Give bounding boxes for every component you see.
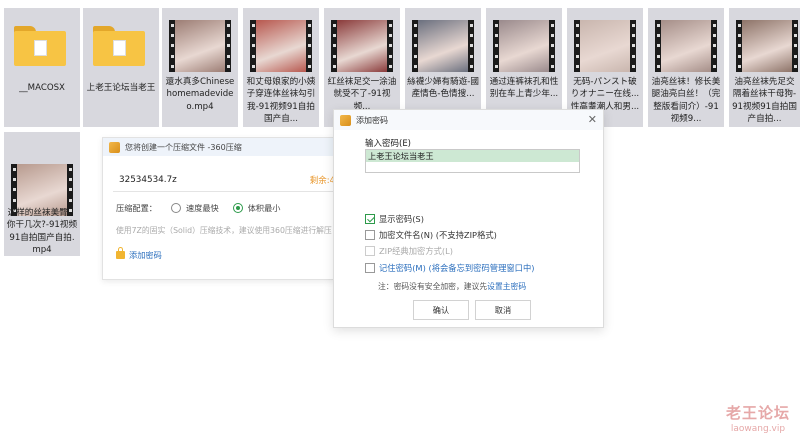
archive-filename-field[interactable]: 32534534.7z [113, 168, 337, 192]
show-password-option[interactable]: 显示密码(S) [365, 213, 424, 225]
note-text: 注：密码没有安全加密，建议先 [378, 282, 488, 291]
file-name: 和丈母娘家的小姨子穿连体丝袜勾引我-91视频91自拍国产自... [246, 77, 316, 125]
video-thumbnail-icon [655, 20, 717, 72]
encrypt-filenames-label[interactable]: 加密文件名(N) (不支持ZIP格式) [379, 229, 497, 241]
watermark-url: laowang.vip [730, 424, 786, 434]
create-archive-dialog: 您将创建一个压缩文件 -360压缩 32534534.7z 剩余:4 压缩配置：… [102, 137, 337, 280]
dialog-titlebar[interactable]: 添加密码 [334, 110, 603, 130]
folder-icon [93, 26, 145, 66]
archive-app-icon [109, 141, 120, 153]
video-thumbnail-icon [574, 20, 636, 72]
site-watermark: 老王论坛 laowang.vip [726, 402, 790, 434]
desktop: __MACOSX 上老王论坛当老王 還水真多Chinesehomemadevid… [0, 0, 800, 439]
file-name: 上老王论坛当老王 [86, 83, 156, 93]
file-name: 油亮丝袜！修长美腿油亮白丝！（完整版看间介）-91视频9... [651, 77, 721, 125]
video-thumbnail-icon [169, 20, 231, 72]
encrypt-filenames-option[interactable]: 加密文件名(N) (不支持ZIP格式) [365, 229, 497, 241]
video-thumbnail-icon [250, 20, 312, 72]
add-password-link[interactable]: 添加密码 [116, 247, 162, 261]
file-item-video[interactable]: 这样的丝袜美臀，你干几次?-91视频91自拍国产自拍.mp4 [4, 132, 80, 256]
remember-password-checkbox[interactable] [365, 263, 375, 273]
archive-app-icon [340, 114, 351, 126]
video-thumbnail-icon [412, 20, 474, 72]
video-thumbnail-icon [331, 20, 393, 72]
dialog-title: 添加密码 [356, 115, 388, 125]
password-input[interactable]: 上老王论坛当老王 [365, 149, 580, 173]
compression-config: 压缩配置： 速度最快 体积最小 [116, 202, 280, 214]
security-note: 注：密码没有安全加密，建议先设置主密码 [378, 281, 526, 292]
file-name: 油亮丝袜先足交隔着丝袜干母狗-91视频91自拍国产自拍... [732, 77, 797, 125]
config-label: 压缩配置： [116, 203, 157, 213]
radio-fastest-label[interactable]: 速度最快 [186, 202, 219, 214]
zip-classic-option: ZIP经典加密方式(L) [365, 245, 453, 257]
compression-hint: 使用7Z的固实（Solid）压缩技术，建议使用360压缩进行解压 [116, 226, 332, 235]
file-name: 红丝袜足交一涂油就受不了-91视频... [327, 77, 397, 112]
file-item-video[interactable]: 油亮丝袜！修长美腿油亮白丝！（完整版看间介）-91视频9... [648, 8, 724, 127]
file-name: __MACOSX [19, 83, 65, 93]
show-password-label[interactable]: 显示密码(S) [379, 213, 424, 225]
close-icon[interactable]: ✕ [588, 113, 597, 126]
watermark-title: 老王论坛 [725, 404, 790, 422]
zip-classic-checkbox [365, 246, 375, 256]
encrypt-filenames-checkbox[interactable] [365, 230, 375, 240]
video-thumbnail-icon [736, 20, 798, 72]
file-name: 絲襪少婦有騎遊-國產情色-色情搜... [407, 77, 479, 100]
remember-password-option[interactable]: 记住密码(M) (将会备忘到密码管理窗口中) [365, 262, 535, 274]
video-thumbnail-icon [493, 20, 555, 72]
password-label: 输入密码(E) [365, 139, 412, 149]
password-value[interactable]: 上老王论坛当老王 [366, 150, 579, 162]
lock-icon [116, 247, 125, 259]
radio-smallest[interactable] [232, 203, 243, 213]
ok-button[interactable]: 确认 [413, 300, 469, 320]
file-item-folder[interactable]: __MACOSX [4, 8, 80, 127]
folder-icon [14, 26, 66, 66]
zip-classic-label: ZIP经典加密方式(L) [379, 246, 454, 256]
file-name: 这样的丝袜美臀，你干几次?-91视频91自拍国产自拍.mp4 [6, 208, 78, 256]
radio-smallest-label[interactable]: 体积最小 [248, 202, 281, 214]
remaining-space-label: 剩余:4 [309, 176, 335, 186]
cancel-button[interactable]: 取消 [475, 300, 531, 320]
file-item-video[interactable]: 和丈母娘家的小姨子穿连体丝袜勾引我-91视频91自拍国产自... [243, 8, 319, 127]
add-password-label[interactable]: 添加密码 [129, 249, 162, 261]
file-item-folder[interactable]: 上老王论坛当老王 [83, 8, 159, 127]
file-name: 无码-パンスト破りオナニー在线...性高耋潮人和男... [570, 77, 640, 112]
add-password-dialog: 添加密码 ✕ 输入密码(E) 上老王论坛当老王 显示密码(S) 加密文件名(N)… [333, 109, 604, 328]
file-name: 通过连裤袜孔和性别在车上青少年... [489, 77, 559, 100]
set-master-password-link[interactable]: 设置主密码 [487, 282, 526, 291]
show-password-checkbox[interactable] [365, 214, 375, 224]
dialog-titlebar[interactable]: 您将创建一个压缩文件 -360压缩 [103, 138, 335, 156]
radio-fastest[interactable] [170, 203, 181, 213]
file-name: 還水真多Chinesehomemadevideo.mp4 [165, 77, 235, 112]
file-item-video[interactable]: 還水真多Chinesehomemadevideo.mp4 [162, 8, 238, 127]
remember-password-label[interactable]: 记住密码(M) (将会备忘到密码管理窗口中) [379, 262, 535, 274]
dialog-title: 您将创建一个压缩文件 -360压缩 [125, 142, 242, 152]
file-item-video[interactable]: 油亮丝袜先足交隔着丝袜干母狗-91视频91自拍国产自拍... [729, 8, 800, 127]
